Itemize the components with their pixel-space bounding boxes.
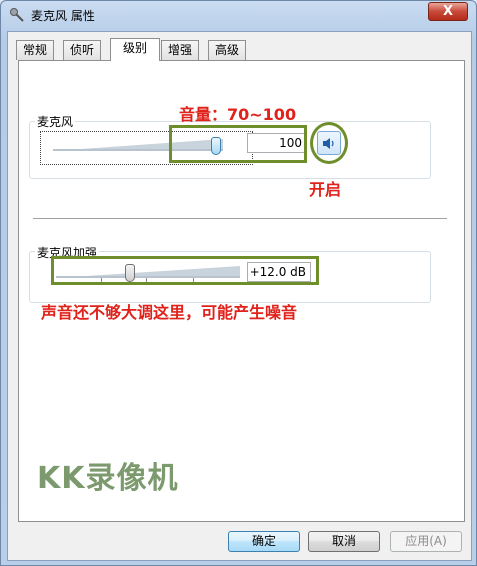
boost-annotation-box (51, 256, 319, 285)
microphone-icon (10, 8, 24, 22)
volume-annotation-box (169, 125, 307, 163)
enable-annotation-text: 开启 (309, 180, 342, 199)
microphone-label: 麦克风 (35, 113, 76, 130)
ok-button[interactable]: 确定 (228, 531, 300, 552)
properties-window: 麦克风 属性 X 常规 侦听 级别 增强 高级 麦克风 100 麦克风加强 +1… (0, 0, 477, 566)
close-button[interactable]: X (428, 2, 468, 21)
separator (33, 218, 447, 220)
window-title: 麦克风 属性 (31, 9, 95, 23)
tab-enhancements[interactable]: 增强 (161, 40, 200, 60)
tab-advanced[interactable]: 高级 (208, 40, 247, 60)
levels-panel: 麦克风 100 麦克风加强 +12.0 dB 音量：70~100 开启 声音还不… (18, 60, 465, 522)
mute-annotation-circle (310, 122, 348, 164)
title-bar[interactable]: 麦克风 属性 X (1, 1, 476, 29)
apply-button[interactable]: 应用(A) (390, 531, 462, 552)
tab-general[interactable]: 常规 (16, 40, 55, 60)
tab-levels[interactable]: 级别 (110, 38, 160, 61)
dialog-body: 常规 侦听 级别 增强 高级 麦克风 100 麦克风加强 +12.0 dB 音量… (7, 31, 472, 561)
cancel-button[interactable]: 取消 (308, 531, 380, 552)
watermark-text: KK录像机 (37, 461, 179, 496)
tab-listen[interactable]: 侦听 (63, 40, 102, 60)
boost-annotation-text: 声音还不够大调这里，可能产生噪音 (41, 303, 298, 322)
volume-annotation-text: 音量：70~100 (179, 105, 297, 124)
